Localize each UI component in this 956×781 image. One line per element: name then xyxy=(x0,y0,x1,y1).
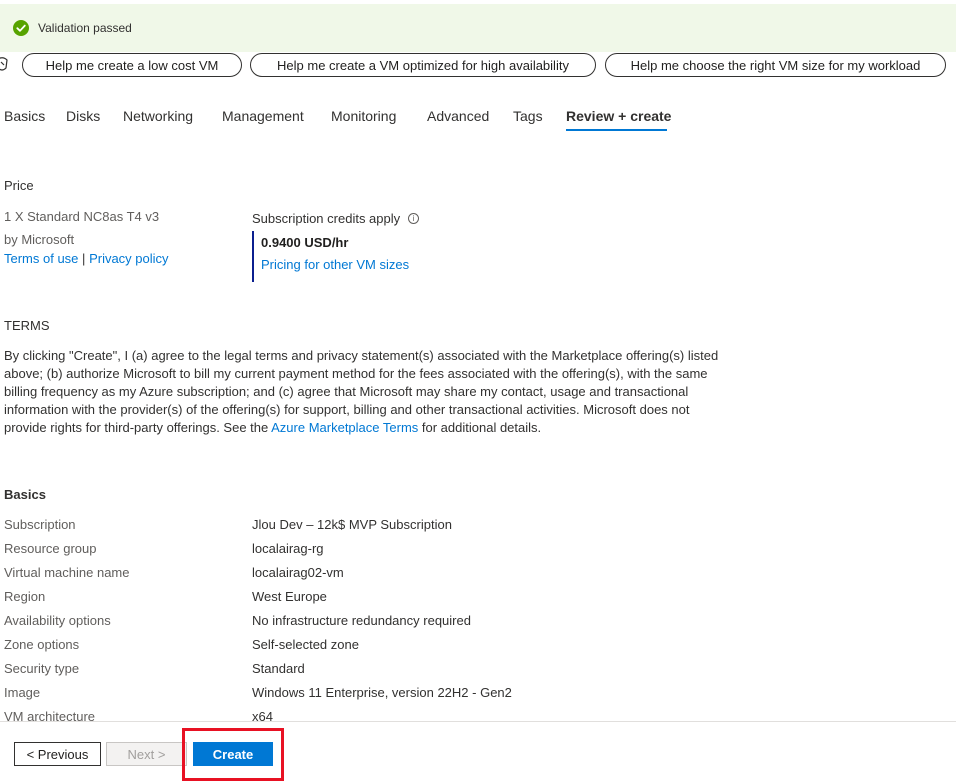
tab-basics[interactable]: Basics xyxy=(4,108,45,124)
privacy-policy-link[interactable]: Privacy policy xyxy=(89,251,168,266)
summary-row: Virtual machine name localairag02-vm xyxy=(0,565,956,585)
copilot-icon xyxy=(0,57,8,71)
tab-disks[interactable]: Disks xyxy=(66,108,100,124)
row-label: Subscription xyxy=(4,517,76,532)
summary-row: Security type Standard xyxy=(0,661,956,681)
basics-section-title: Basics xyxy=(4,487,46,502)
active-tab-indicator xyxy=(566,129,667,131)
offer-publisher: by Microsoft xyxy=(4,232,75,247)
suggestion-label: Help me create a VM optimized for high a… xyxy=(277,57,569,73)
suggestion-high-availability[interactable]: Help me create a VM optimized for high a… xyxy=(250,53,596,77)
check-circle-icon xyxy=(13,20,29,36)
pricing-other-sizes-link[interactable]: Pricing for other VM sizes xyxy=(261,257,409,272)
price-section-title: Price xyxy=(4,178,34,193)
tab-monitoring[interactable]: Monitoring xyxy=(331,108,396,124)
row-value: No infrastructure redundancy required xyxy=(252,613,471,628)
summary-row: Subscription Jlou Dev – 12k$ MVP Subscri… xyxy=(0,517,956,537)
info-icon[interactable]: i xyxy=(408,213,420,225)
next-button: Next > xyxy=(106,742,187,766)
tab-networking[interactable]: Networking xyxy=(123,108,193,124)
row-value: Standard xyxy=(252,661,305,676)
offer-links: Terms of use | Privacy policy xyxy=(4,251,169,266)
row-label: Virtual machine name xyxy=(4,565,130,580)
row-value: Jlou Dev – 12k$ MVP Subscription xyxy=(252,517,452,532)
row-label: Security type xyxy=(4,661,80,676)
validation-text: Validation passed xyxy=(38,21,132,35)
suggestion-label: Help me create a low cost VM xyxy=(45,57,219,73)
wizard-footer: < Previous Next > Create xyxy=(0,721,956,781)
suggestion-label: Help me choose the right VM size for my … xyxy=(630,57,921,73)
summary-row: Availability options No infrastructure r… xyxy=(0,613,956,633)
summary-row: Resource group localairag-rg xyxy=(0,541,956,561)
summary-row: Zone options Self-selected zone xyxy=(0,637,956,657)
terms-text-after: for additional details. xyxy=(418,420,542,435)
suggestion-low-cost-vm[interactable]: Help me create a low cost VM xyxy=(22,53,242,77)
terms-section-title: TERMS xyxy=(4,318,50,333)
tab-management[interactable]: Management xyxy=(222,108,304,124)
row-value: localairag02-vm xyxy=(252,565,344,580)
row-label: Zone options xyxy=(4,637,80,652)
tab-advanced[interactable]: Advanced xyxy=(427,108,489,124)
price-value: 0.9400 USD/hr xyxy=(261,235,349,250)
offer-name: 1 X Standard NC8as T4 v3 xyxy=(4,209,160,224)
create-button[interactable]: Create xyxy=(193,742,273,766)
tab-tags[interactable]: Tags xyxy=(513,108,543,124)
wizard-tabs: Basics Disks Networking Management Monit… xyxy=(0,100,956,134)
row-label: Availability options xyxy=(4,613,111,628)
summary-row: Region West Europe xyxy=(0,589,956,609)
marketplace-terms-link[interactable]: Azure Marketplace Terms xyxy=(271,420,418,435)
row-value: Self-selected zone xyxy=(252,637,359,652)
row-value: localairag-rg xyxy=(252,541,324,556)
terms-of-use-link[interactable]: Terms of use xyxy=(4,251,78,266)
suggestion-vm-size[interactable]: Help me choose the right VM size for my … xyxy=(605,53,946,77)
tab-review-create[interactable]: Review + create xyxy=(566,108,671,124)
previous-button[interactable]: < Previous xyxy=(14,742,101,766)
row-value: Windows 11 Enterprise, version 22H2 - Ge… xyxy=(252,685,512,700)
row-label: Image xyxy=(4,685,41,700)
row-label: Region xyxy=(4,589,46,604)
row-label: Resource group xyxy=(4,541,97,556)
summary-row: Image Windows 11 Enterprise, version 22H… xyxy=(0,685,956,705)
credits-text: Subscription credits apply xyxy=(252,211,401,226)
link-separator: | xyxy=(82,251,86,266)
price-accent-bar xyxy=(252,231,254,282)
validation-banner: Validation passed xyxy=(0,4,956,52)
terms-text: By clicking "Create", I (a) agree to the… xyxy=(4,347,724,437)
credits-label: Subscription credits apply i xyxy=(252,211,420,226)
row-value: West Europe xyxy=(252,589,327,604)
